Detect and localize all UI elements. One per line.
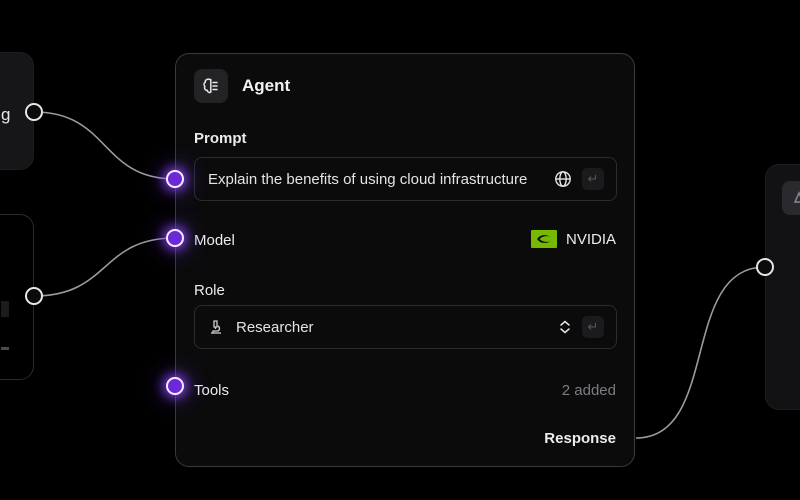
tools-input-port[interactable]	[166, 377, 184, 395]
edge-source-to-model	[33, 237, 176, 297]
tools-count[interactable]: 2 added	[562, 382, 616, 399]
role-select[interactable]: Researcher ↵	[194, 305, 617, 349]
prompt-label: Prompt	[194, 130, 247, 147]
prompt-input-port[interactable]	[166, 170, 184, 188]
model-selector[interactable]: NVIDIA	[530, 230, 616, 248]
source-node-field	[1, 301, 9, 317]
agent-node-title: Agent	[242, 76, 291, 95]
agent-node-header: Agent	[194, 69, 290, 103]
prompt-input[interactable]: Explain the benefits of using cloud infr…	[194, 157, 617, 201]
source-node-text: g	[1, 105, 11, 124]
source-output-port-bottom[interactable]	[25, 287, 43, 305]
target-node[interactable]	[765, 164, 800, 410]
model-value: NVIDIA	[565, 230, 616, 248]
edge-response-to-target	[635, 266, 766, 439]
prompt-input-value[interactable]: Explain the benefits of using cloud infr…	[195, 171, 554, 188]
prompt-enter-icon[interactable]: ↵	[582, 168, 604, 190]
source-output-port-top[interactable]	[25, 103, 43, 121]
edge-source-to-prompt	[33, 111, 176, 180]
source-node-divider	[1, 347, 9, 350]
model-input-port[interactable]	[166, 229, 184, 247]
response-output-label: Response	[544, 430, 616, 447]
nvidia-logo-icon	[530, 230, 557, 248]
chevron-updown-icon[interactable]	[558, 319, 572, 335]
model-label: Model	[194, 232, 235, 249]
role-value: Researcher	[236, 318, 314, 336]
role-label: Role	[194, 282, 225, 299]
microscope-icon	[211, 320, 221, 334]
brain-icon	[194, 69, 228, 103]
tools-label: Tools	[194, 382, 230, 399]
node-icon	[782, 181, 800, 215]
globe-icon[interactable]	[554, 170, 572, 188]
target-input-port[interactable]	[756, 258, 774, 276]
agent-node-card[interactable]: Agent Prompt Explain the benefits of usi…	[175, 53, 635, 467]
role-enter-icon[interactable]: ↵	[582, 316, 604, 338]
